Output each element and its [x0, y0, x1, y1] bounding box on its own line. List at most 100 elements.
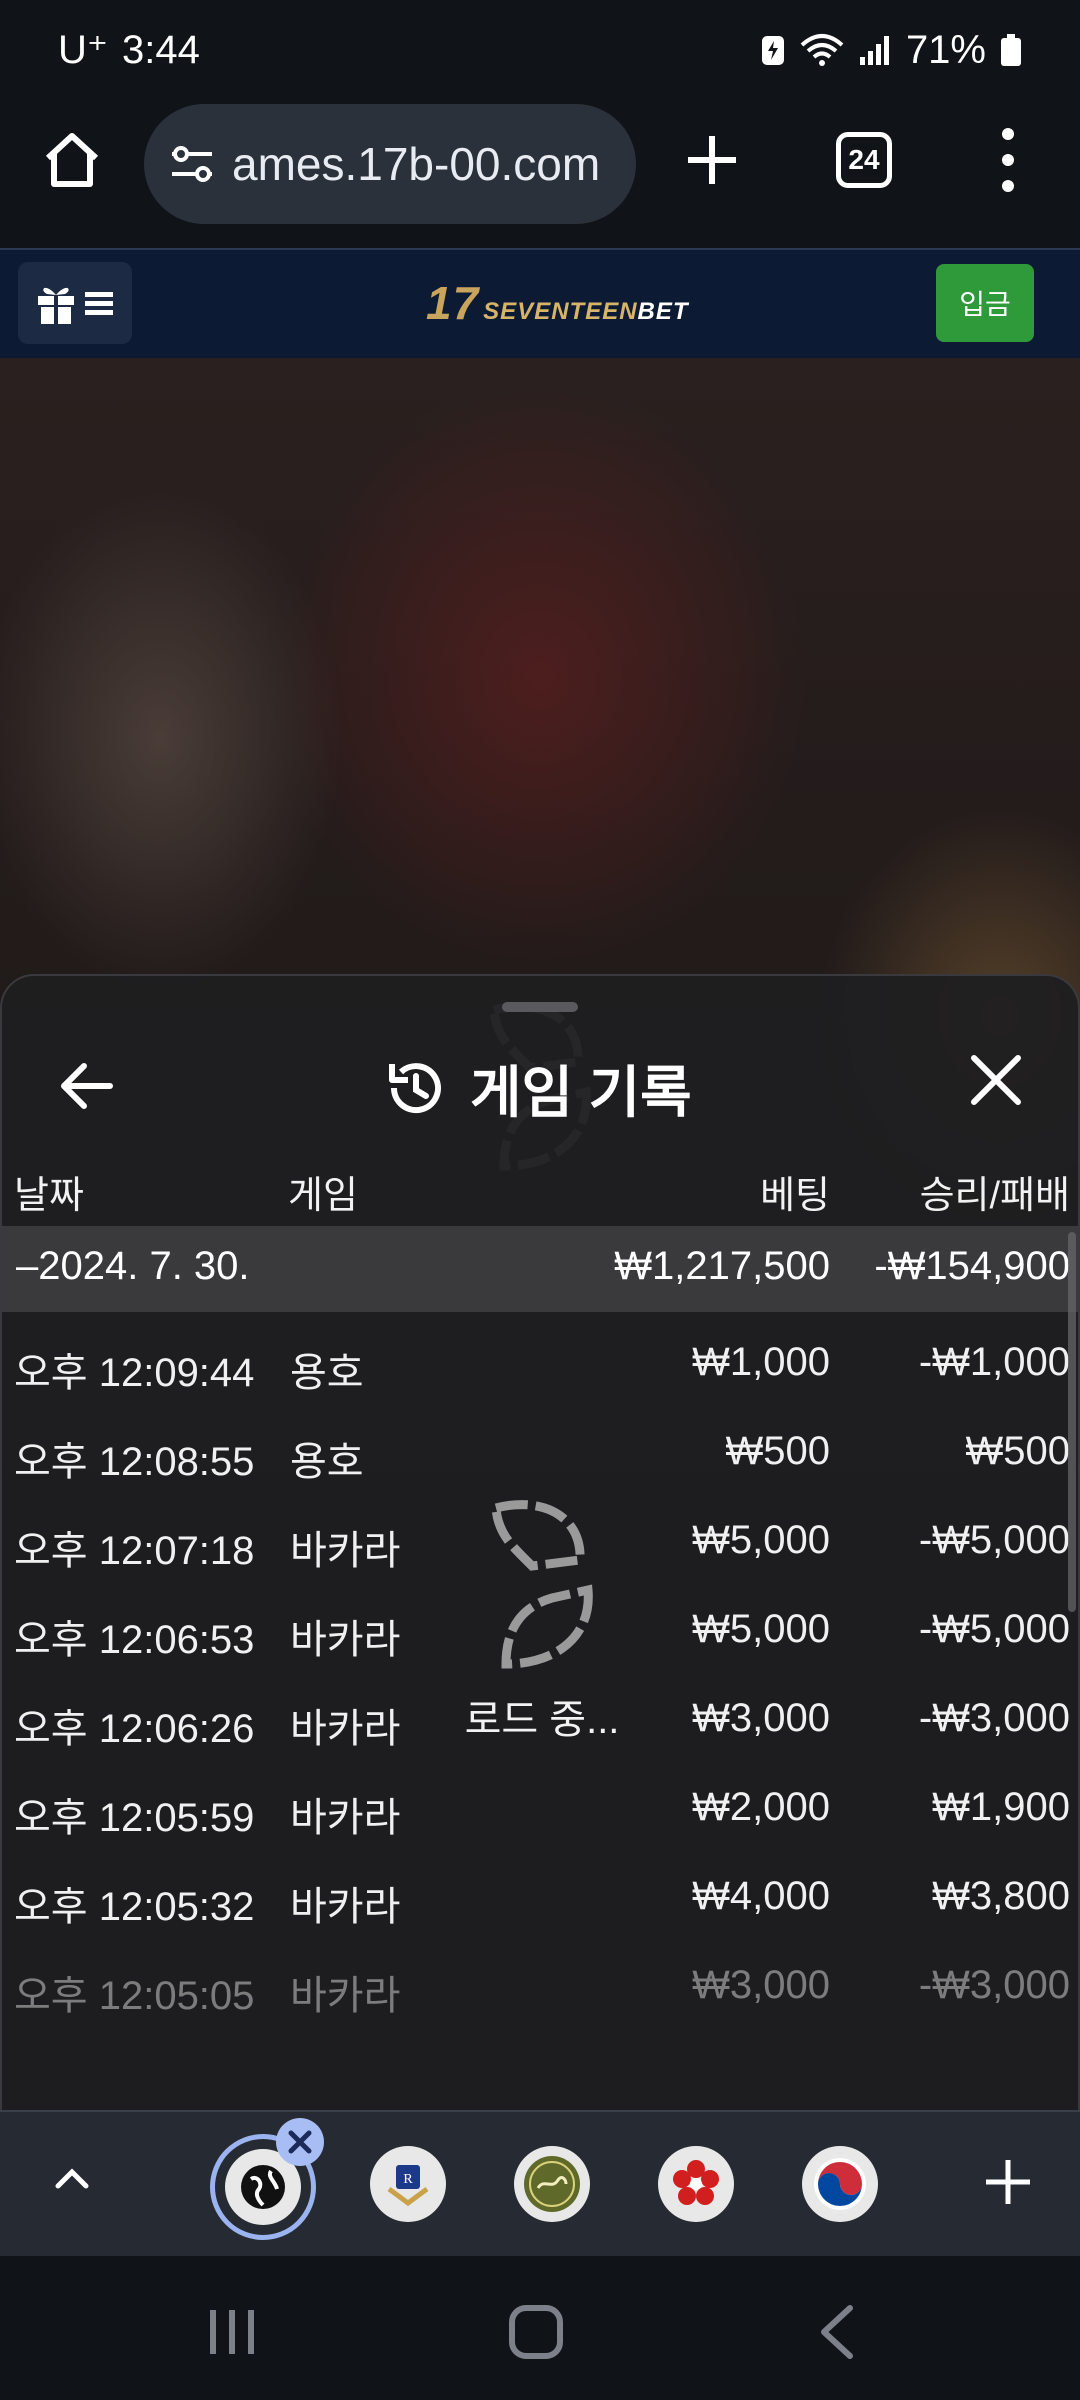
status-bar: U⁺ 3:44 71%: [0, 0, 1080, 100]
column-header-bet: 베팅: [760, 1175, 830, 1217]
row-win-loss: ₩3,800: [932, 1874, 1070, 1918]
menu-button[interactable]: [18, 262, 132, 344]
history-row[interactable]: 오후 12:09:44 용호 ₩1,000 -₩1,000: [2, 1318, 1078, 1407]
row-game: 바카라: [290, 1974, 401, 2018]
row-game: 바카라: [290, 1529, 401, 1573]
game-history-sheet: 게임 기록 날짜 게임 베팅 승리/패배 –2024. 7. 30. ₩1,21…: [0, 974, 1080, 2110]
row-bet: ₩5,000: [692, 1607, 830, 1651]
row-time: 오후 12:06:53: [14, 1618, 255, 1662]
site-header: 17 SEVENTEEN BET 입금: [0, 248, 1080, 358]
column-header-game: 게임: [288, 1175, 358, 1217]
row-game: 용호: [290, 1351, 364, 1395]
address-bar[interactable]: ames.17b-00.com: [144, 104, 636, 224]
deposit-button[interactable]: 입금: [936, 264, 1034, 342]
row-bet: ₩3,000: [692, 1963, 830, 2007]
battery-percent: 71%: [905, 27, 986, 72]
history-row[interactable]: 오후 12:05:59 바카라 ₩2,000 ₩1,900: [2, 1763, 1078, 1852]
row-game: 용호: [290, 1440, 364, 1484]
browser-tab-strip: R: [0, 2110, 1080, 2256]
system-nav-bar: [0, 2256, 1080, 2400]
table-header: 날짜 게임 베팅 승리/패배: [2, 1152, 1078, 1228]
sheet-title-text: 게임 기록: [470, 1060, 692, 1124]
korea-flag-icon: [814, 2158, 866, 2210]
add-tab-plus-icon[interactable]: [980, 2154, 1036, 2210]
row-time: 오후 12:05:05: [14, 1974, 255, 2018]
row-win-loss: -₩3,000: [918, 1963, 1070, 2007]
battery-saver-icon: [760, 33, 786, 67]
tab-titles[interactable]: [514, 2146, 590, 2222]
home-icon[interactable]: [40, 128, 104, 192]
row-win-loss: -₩3,000: [918, 1696, 1070, 1740]
browser-toolbar: ames.17b-00.com 24: [0, 100, 1080, 248]
group-date: –2024. 7. 30.: [16, 1244, 250, 1288]
battery-icon: [1000, 33, 1022, 67]
row-game: 바카라: [290, 1885, 401, 1929]
titles-logo-icon: [524, 2156, 580, 2212]
kebab-icon[interactable]: [990, 128, 1026, 192]
loading-spinner-icon: [491, 1500, 593, 1669]
row-win-loss: ₩500: [965, 1429, 1071, 1473]
row-win-loss: -₩5,000: [918, 1518, 1070, 1562]
row-bet: ₩3,000: [692, 1696, 830, 1740]
flower-icon: [673, 2160, 719, 2205]
history-row[interactable]: 오후 12:08:55 용호 ₩500 ₩500: [2, 1407, 1078, 1496]
row-win-loss: ₩1,900: [932, 1785, 1070, 1829]
chevron-up-icon[interactable]: [50, 2156, 94, 2200]
site-logo[interactable]: 17 SEVENTEEN BET: [426, 276, 689, 330]
row-time: 오후 12:09:44: [14, 1351, 255, 1395]
hamburger-icon: [85, 292, 113, 315]
close-icon[interactable]: [966, 1050, 1026, 1110]
nav-home-icon[interactable]: [504, 2300, 568, 2364]
new-tab-plus-icon[interactable]: [682, 130, 742, 190]
row-time: 오후 12:06:26: [14, 1707, 255, 1751]
crest-icon: R: [387, 2165, 429, 2207]
row-bet: ₩4,000: [692, 1874, 830, 1918]
row-time: 오후 12:05:32: [14, 1885, 255, 1929]
row-bet: ₩5,000: [692, 1518, 830, 1562]
history-row[interactable]: 오후 12:05:05 바카라 ₩3,000 -₩3,000: [2, 1941, 1078, 2030]
tune-icon[interactable]: [166, 138, 218, 190]
tab-korea-flag[interactable]: [802, 2146, 878, 2222]
row-game: 바카라: [290, 1707, 401, 1751]
svg-text:R: R: [403, 2172, 413, 2187]
history-row[interactable]: 오후 12:05:32 바카라 ₩4,000 ₩3,800: [2, 1852, 1078, 1941]
row-win-loss: -₩1,000: [918, 1340, 1070, 1384]
recent-apps-icon[interactable]: [204, 2304, 260, 2360]
row-time: 오후 12:08:55: [14, 1440, 255, 1484]
row-game: 바카라: [290, 1618, 401, 1662]
group-win-loss-total: -₩154,900: [874, 1244, 1070, 1288]
loading-text: 로드 중...: [464, 1698, 620, 1742]
row-bet: ₩2,000: [692, 1785, 830, 1829]
close-tab-icon[interactable]: [276, 2118, 324, 2166]
row-win-loss: -₩5,000: [918, 1607, 1070, 1651]
tab-flower[interactable]: [658, 2146, 734, 2222]
date-group-row[interactable]: –2024. 7. 30. ₩1,217,500 -₩154,900: [2, 1226, 1078, 1312]
signal-icon: [858, 33, 892, 67]
sheet-drag-handle[interactable]: [502, 1002, 578, 1012]
history-icon: [389, 1063, 441, 1114]
row-bet: ₩500: [725, 1429, 831, 1473]
clock: 3:44: [122, 27, 200, 72]
carrier-label: U⁺: [58, 28, 108, 72]
gift-icon: [38, 287, 74, 324]
tab-royal[interactable]: R: [370, 2146, 446, 2222]
wifi-icon: [800, 33, 844, 67]
row-game: 바카라: [290, 1796, 401, 1840]
globe-icon: [241, 2165, 285, 2209]
arrow-left-icon[interactable]: [54, 1052, 122, 1120]
scrollbar[interactable]: [1068, 1232, 1076, 1612]
group-bet-total: ₩1,217,500: [614, 1244, 830, 1288]
column-header-date: 날짜: [14, 1175, 84, 1217]
logo-number: 17: [426, 277, 480, 329]
row-time: 오후 12:07:18: [14, 1529, 255, 1573]
url-text[interactable]: ames.17b-00.com: [232, 137, 600, 191]
tab-count: 24: [848, 144, 880, 175]
row-bet: ₩1,000: [692, 1340, 830, 1384]
column-header-win-loss: 승리/패배: [919, 1175, 1070, 1217]
logo-brand: SEVENTEEN: [483, 298, 638, 325]
loading-overlay: 로드 중...: [442, 1496, 642, 1745]
row-time: 오후 12:05:59: [14, 1796, 255, 1840]
logo-bet: BET: [637, 298, 689, 325]
nav-back-icon[interactable]: [814, 2302, 858, 2362]
tab-switcher-button[interactable]: 24: [836, 132, 892, 188]
